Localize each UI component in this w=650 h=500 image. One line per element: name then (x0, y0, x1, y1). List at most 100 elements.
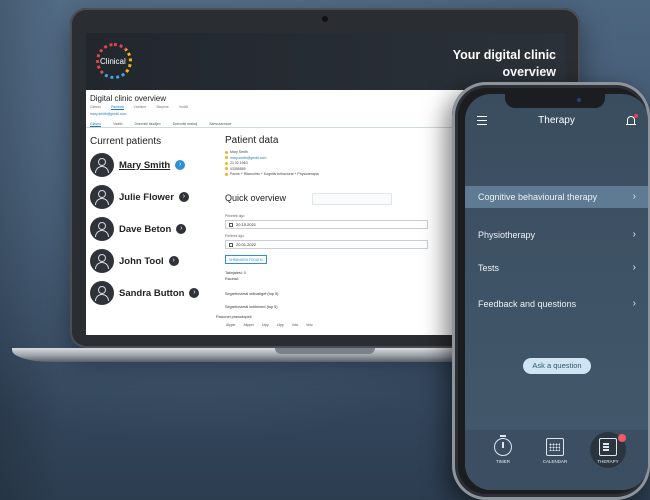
page-title: Digital clinic overview (90, 94, 167, 103)
tab-vodici[interactable]: Vodiči (179, 105, 188, 110)
subtab-studies[interactable]: Dnevniki študijev (134, 119, 160, 127)
legend: Alpper Allpper Llipp Llipp Volo Velo (226, 323, 313, 327)
detail-date: 21.02.1963 (230, 161, 248, 165)
avatar-icon (90, 281, 114, 305)
quick-overview-title: Quick overview (225, 193, 287, 203)
detail-email[interactable]: mary.smith@gmail.com (230, 156, 266, 160)
chevron-right-icon[interactable]: › (176, 224, 187, 234)
subtab-reactions[interactable]: Dnevniki reakcij (173, 119, 198, 127)
tab-vsebine[interactable]: Vsebine (134, 105, 147, 110)
start-date-value: 20.10.2021 (236, 222, 257, 227)
detail-path: Pacrik + Ritanorirto + Kognitiv behavior… (230, 172, 319, 176)
phone-screen: Therapy Cognitive behavioural therapy › … (465, 94, 648, 490)
chevron-right-icon[interactable]: › (175, 160, 186, 170)
current-patients-title: Current patients (90, 136, 162, 147)
subtab-self[interactable]: Samozaznave (209, 119, 231, 127)
tab-label: CALENDAR (542, 459, 568, 464)
laptop-notch (275, 348, 375, 354)
path-icon (225, 172, 228, 176)
patient-name[interactable]: John Tool (119, 256, 164, 267)
phone-notch (505, 94, 605, 108)
patient-item[interactable]: Mary Smith › (90, 152, 186, 178)
background-edge (0, 0, 60, 500)
user-icon (225, 150, 228, 154)
legend-item: Llipp (261, 323, 269, 327)
tab-therapy[interactable]: THERAPY (588, 432, 628, 468)
ask-question-button[interactable]: Ask a question (523, 358, 591, 374)
menu-item-label: Feedback and questions (478, 299, 577, 309)
chevron-right-icon: › (632, 262, 636, 273)
tab-timer[interactable]: TIMER (483, 435, 523, 464)
notification-badge (618, 434, 626, 442)
detail-name: Mary Smith (230, 150, 248, 154)
bell-icon[interactable] (626, 114, 638, 126)
menu-item-cbt[interactable]: Cognitive behavioural therapy › (465, 186, 648, 208)
patient-data-title: Patient data (225, 135, 279, 146)
laptop-camera (322, 16, 328, 22)
legend-title: Pacionel pravodopeti (216, 315, 252, 319)
timer-icon (494, 435, 512, 456)
end-date-label: Pertired dgo (225, 234, 245, 238)
subtab-vodici[interactable]: Vodiči (113, 119, 122, 127)
end-date-field[interactable]: 20.01.2022 (225, 240, 428, 249)
legend-item: Llipp (276, 323, 284, 327)
chevron-right-icon: › (632, 191, 636, 202)
patient-item[interactable]: Dave Beton › (90, 216, 187, 242)
screen-title: Therapy (538, 115, 575, 126)
menu-item-label: Cognitive behavioural therapy (478, 192, 598, 202)
chevron-right-icon[interactable]: › (189, 288, 200, 298)
tab-label: THERAPY (597, 459, 619, 464)
mail-icon (225, 156, 228, 160)
menu-item-label: Tests (478, 263, 500, 273)
patient-item[interactable]: Sandra Button › (90, 280, 200, 306)
menu-item-feedback[interactable]: Feedback and questions › (465, 293, 648, 315)
chevron-right-icon: › (632, 229, 636, 240)
tab-glavno[interactable]: Glavno (90, 105, 101, 110)
bottom-tabbar: TIMER CALENDAR THERAPY (465, 430, 648, 490)
tab-label: TIMER (496, 459, 510, 464)
chevron-right-icon[interactable]: › (168, 256, 179, 266)
avatar-icon (90, 185, 114, 209)
avatar-icon (90, 153, 114, 177)
tab-skupine[interactable]: Skupine (156, 105, 169, 110)
calendar-icon (229, 242, 233, 247)
avatar-icon (90, 249, 114, 273)
start-date-label: Pričetek dgo (225, 214, 245, 218)
legend-item: Alpper (226, 323, 236, 327)
patient-name[interactable]: Sandra Button (119, 288, 184, 299)
banner-title: Your digital clinic overview (452, 48, 556, 79)
patient-details: Mary Smith mary.smith@gmail.com 21.02.19… (225, 150, 425, 178)
start-date-field[interactable]: 20.10.2021 (225, 220, 428, 229)
stat-line: Taknjalesi: 0 (225, 271, 246, 275)
stat-line: Racinal: (225, 277, 239, 281)
legend-item: Allpper (243, 323, 254, 327)
avatar-icon (90, 217, 114, 241)
menu-item-label: Physiotherapy (478, 230, 536, 240)
tab-calendar[interactable]: CALENDAR (535, 438, 575, 464)
calendar-icon (229, 222, 233, 227)
logo-text: Clinical (100, 57, 126, 66)
stat-line: Segrebovimal odkvaliget (top 5) (225, 292, 279, 296)
menu-item-tests[interactable]: Tests › (465, 257, 648, 279)
patient-name[interactable]: Dave Beton (119, 224, 171, 235)
patient-item[interactable]: Julie Flower › (90, 184, 189, 210)
legend-item: Volo (291, 323, 299, 327)
patient-name[interactable]: Mary Smith (119, 160, 170, 171)
show-data-button[interactable]: SHRANJENI PODATKI (225, 255, 267, 264)
clipboard-icon (599, 438, 617, 456)
detail-phone: 03355555 (230, 166, 246, 171)
subtab-glavno[interactable]: Glavno (90, 119, 102, 127)
legend-item: Velo (306, 323, 313, 327)
overview-box (312, 193, 392, 205)
phone-icon (225, 167, 228, 171)
patient-item[interactable]: John Tool › (90, 248, 179, 274)
chevron-right-icon[interactable]: › (178, 192, 189, 202)
menu-item-physiotherapy[interactable]: Physiotherapy › (465, 224, 648, 246)
patient-name[interactable]: Julie Flower (119, 192, 174, 203)
user-email[interactable]: mary.smith@gmail.com (90, 112, 126, 116)
stat-line: Segrebovimal imkbimed (top 5) (225, 305, 278, 309)
tab-pacienti[interactable]: Pacienti (111, 105, 124, 110)
end-date-value: 20.01.2022 (236, 242, 257, 247)
calendar-icon (546, 438, 564, 456)
phone-header: Therapy (465, 108, 648, 138)
